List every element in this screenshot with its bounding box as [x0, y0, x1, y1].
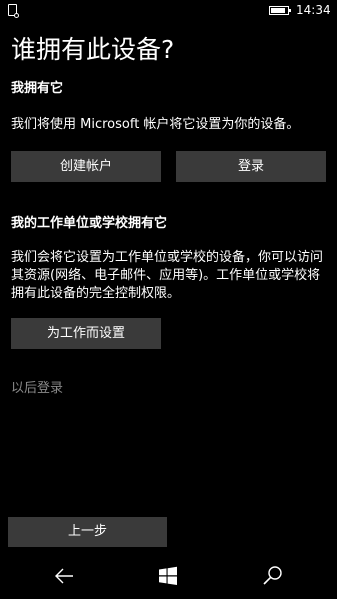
device-icon	[8, 4, 19, 18]
work-section-heading: 我的工作单位或学校拥有它	[11, 216, 168, 231]
windows-logo-icon[interactable]	[154, 562, 182, 590]
personal-section-heading: 我拥有它	[11, 81, 64, 96]
status-time: 14:34	[296, 3, 331, 17]
battery-level-fill	[271, 8, 285, 13]
back-button[interactable]: 上一步	[8, 517, 167, 547]
search-icon[interactable]	[259, 562, 287, 590]
sign-in-button[interactable]: 登录	[176, 151, 326, 182]
back-arrow-icon[interactable]	[51, 562, 79, 590]
create-account-button[interactable]: 创建帐户	[11, 151, 161, 182]
navigation-bar	[0, 553, 337, 599]
work-section-description: 我们会将它设置为工作单位或学校的设备，你可以访问其资源(网络、电子邮件、应用等)…	[11, 250, 324, 301]
status-bar: 14:34	[0, 0, 337, 22]
personal-section-description: 我们将使用 Microsoft 帐户将它设置为你的设备。	[11, 117, 300, 132]
setup-for-work-button[interactable]: 为工作而设置	[11, 318, 161, 349]
page-title: 谁拥有此设备?	[11, 35, 175, 64]
sign-in-later-link[interactable]: 以后登录	[11, 380, 63, 398]
battery-icon	[269, 6, 291, 15]
